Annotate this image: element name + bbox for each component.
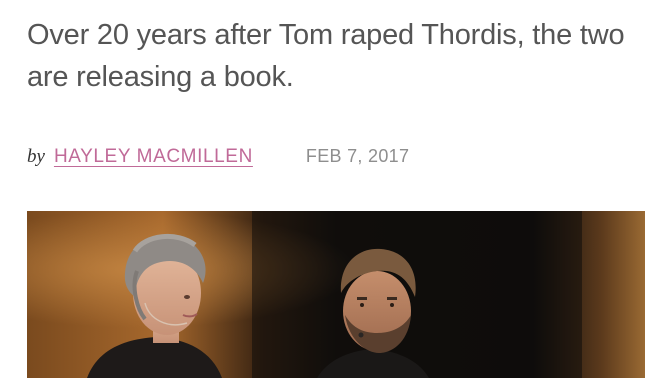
article-hero-photo[interactable] <box>27 211 645 378</box>
byline-prefix: by <box>27 146 45 167</box>
stage-photo-illustration <box>27 211 645 378</box>
article-page: Over 20 years after Tom raped Thordis, t… <box>0 0 672 378</box>
article-subheadline: Over 20 years after Tom raped Thordis, t… <box>27 19 625 93</box>
publish-date: FEB 7, 2017 <box>305 146 410 166</box>
byline: by HAYLEY MACMILLEN FEB 7, 2017 <box>27 146 409 176</box>
author-link[interactable]: HAYLEY MACMILLEN <box>54 146 253 168</box>
